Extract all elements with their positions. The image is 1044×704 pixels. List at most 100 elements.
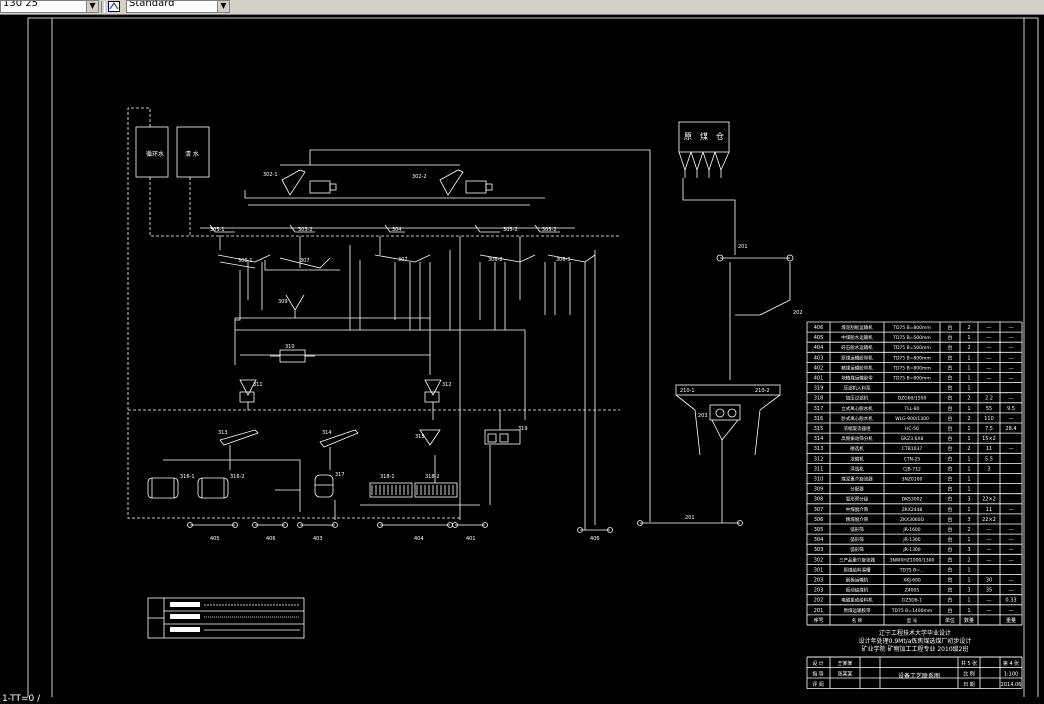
bom-cell: 306 — [814, 517, 824, 523]
bom-cell: — — [987, 355, 992, 361]
bom-cell: 精煤脱介筛 — [846, 516, 869, 523]
bom-cell: 2.2 — [985, 396, 993, 402]
bom-cell: JR-1300 — [902, 547, 920, 553]
water-pipes — [127, 107, 620, 519]
bom-cell: 台 — [947, 506, 952, 513]
bom-cell: 重量 — [1006, 617, 1016, 624]
bom-cell: — — [1009, 365, 1014, 371]
bom-cell: 台 — [947, 526, 952, 533]
bom-cell: 精煤运输胶带机 — [841, 364, 873, 371]
label-316-1: 316-1 — [180, 474, 195, 480]
tank-310: 310 — [270, 344, 315, 363]
chevron-down-icon[interactable]: ▼ — [86, 1, 98, 12]
bom-cell: 1 — [967, 477, 970, 483]
bom-cell: 403 — [814, 355, 824, 361]
bom-cell: 404 — [814, 345, 824, 351]
bom-cell: — — [1009, 396, 1014, 402]
bom-cell: — — [1009, 507, 1014, 513]
bom-cell: 压滤机入料泵 — [844, 385, 871, 392]
checker-label: 指 导 — [812, 671, 824, 678]
conveyor-label-405: 405 — [210, 536, 220, 542]
bom-cell: 303 — [814, 547, 824, 553]
bin-label-1: 原 — [684, 132, 692, 141]
bom-cell: — — [987, 325, 992, 331]
bom-cell: 310 — [814, 477, 824, 483]
text-style-icon[interactable] — [108, 1, 120, 12]
scale-value: 1:100 — [1004, 672, 1018, 678]
bom-cell: 浓缩机 — [850, 455, 864, 462]
bom-cell: — — [1009, 345, 1014, 351]
conveyor-label-404: 404 — [414, 536, 424, 542]
bom-cell: 2 — [967, 416, 970, 422]
bom-cell: TD75 B=... — [899, 567, 925, 573]
bom-cell: 1 — [967, 386, 970, 392]
bottom-conveyors: 405 406 403 404 401 406 201 — [187, 515, 743, 542]
bom-cell: 22×2 — [982, 517, 996, 523]
bom-cell: 1 — [967, 578, 970, 584]
label-319: 319 — [518, 426, 528, 432]
bom-cell: 1 — [967, 507, 970, 513]
review-label: 评 阅 — [812, 681, 824, 688]
drawing-frame — [27, 17, 1039, 697]
bom-cell: 1 — [967, 537, 970, 543]
conveyor-label-406b: 406 — [590, 536, 600, 542]
label-304: 304 — [392, 227, 402, 233]
chevron-down-icon[interactable]: ▼ — [217, 1, 229, 12]
bom-cell: 弧形筛 — [850, 536, 864, 543]
label-309: 309 — [278, 299, 288, 305]
bom-cell: 35 — [986, 588, 992, 594]
bom-cell: TD75 B=800mm — [892, 325, 931, 331]
bom-cell: 台 — [947, 445, 952, 452]
bom-cell: 原煤运输胶带机 — [841, 354, 873, 361]
bom-cell: 台 — [947, 536, 952, 543]
label-307b: 307 — [398, 257, 408, 263]
label-315: 315 — [415, 434, 425, 440]
bom-cell: 台 — [947, 546, 952, 553]
bom-cell: 台 — [947, 496, 952, 503]
bom-cell: 加压过滤机 — [846, 395, 869, 402]
bom-cell: 刮板运输机 — [846, 577, 869, 584]
bom-cell: 313 — [814, 446, 824, 452]
bom-cell: 55 — [986, 406, 992, 412]
bom-cell: 原煤给料溜槽 — [844, 566, 871, 573]
cad-drawing-canvas[interactable]: 循环水 清 水 302-1 302-2 305-1 303-2 304 305-… — [0, 15, 1044, 697]
bom-cell: 305 — [814, 527, 824, 533]
bom-cell: 202 — [814, 598, 824, 604]
bom-cell: — — [987, 608, 992, 614]
bom-cell: HC-50 — [905, 426, 919, 432]
text-style-combo-value: Standard — [129, 0, 175, 9]
label-316-2: 316-2 — [230, 474, 245, 480]
water-tanks: 循环水 清 水 — [135, 126, 210, 178]
bom-cell: — — [1009, 325, 1014, 331]
toolbar-separator — [101, 1, 105, 13]
bom-cell: 块精煤运输胶带 — [841, 375, 873, 382]
bom-cell: — — [987, 376, 992, 382]
bom-cell: 1 — [967, 426, 970, 432]
bom-cell: 台 — [947, 577, 952, 584]
legend-table — [147, 597, 305, 639]
bom-cell: 402 — [814, 365, 824, 371]
bom-cell: 311 — [814, 466, 824, 472]
bom-cell: 5.5 — [985, 456, 993, 462]
text-style-combo[interactable]: Standard ▼ — [126, 0, 230, 13]
label-311: 311 — [253, 382, 263, 388]
bom-cell: 22×2 — [982, 497, 996, 503]
lower-process: 313 314 315 319 316-1 316-2 317 318-1 31… — [147, 410, 528, 520]
bom-cell: 序号 — [813, 617, 823, 624]
scale-combo[interactable]: 130 25 ▼ — [0, 0, 99, 13]
bin-label-2: 煤 — [700, 131, 708, 141]
bom-cell: 振动给煤机 — [846, 587, 869, 594]
label-306-3: 306-3 — [556, 257, 571, 263]
bom-cell: 2 — [967, 527, 970, 533]
bom-cell: — — [987, 557, 992, 563]
bom-cell: 台 — [947, 465, 952, 472]
bom-cell: 314 — [814, 436, 824, 442]
bom-cell: 2 — [967, 446, 970, 452]
bom-cell: 台 — [947, 334, 952, 341]
bom-cell: — — [1009, 608, 1014, 614]
bom-cell: DKS3002 — [902, 497, 923, 503]
title-line: 设计年处理0.9Mt/a炼焦煤选煤厂初步设计 — [859, 637, 972, 645]
bom-cell: — — [987, 547, 992, 553]
bom-cell: 台 — [947, 405, 952, 412]
bom-cell: 405 — [814, 335, 824, 341]
